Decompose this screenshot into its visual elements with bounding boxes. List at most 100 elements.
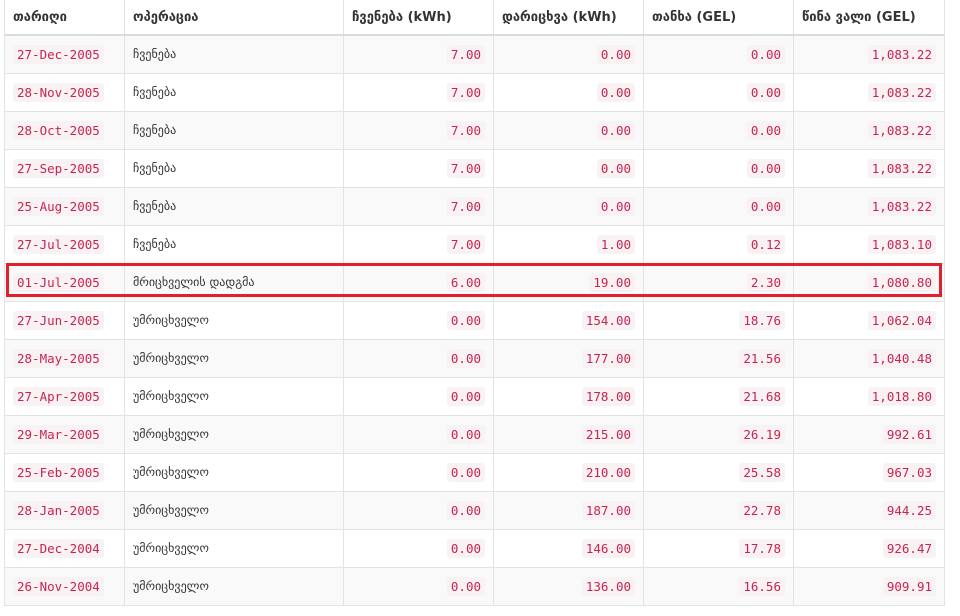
charge-cell: 1.00 (493, 225, 644, 264)
operation-cell: უმრიცხველო (124, 529, 344, 568)
table-row[interactable]: 26-Nov-2004 უმრიცხველო 0.00 136.00 16.56 909.… (4, 567, 945, 606)
table-row[interactable]: 01-Jul-2005 მრიცხველის დადგმა 6.00 19.00 2.3… (4, 263, 945, 302)
table-row[interactable]: 28-May-2005 უმრიცხველო 0.00 177.00 21.56 1,04… (4, 339, 945, 378)
previous-debt-cell: 1,040.48 (793, 339, 945, 378)
reading-cell-value: 7.00 (446, 196, 485, 216)
reading-cell: 0.00 (343, 529, 494, 568)
previous-debt-cell-value: 1,083.22 (867, 44, 936, 64)
operation-cell: უმრიცხველო (124, 301, 344, 340)
reading-cell-value: 7.00 (446, 120, 485, 140)
charge-cell-value: 0.00 (596, 196, 635, 216)
reading-cell-value: 0.00 (446, 386, 485, 406)
reading-cell-value: 7.00 (446, 82, 485, 102)
previous-debt-cell-value: 1,083.22 (867, 120, 936, 140)
operation-cell-value: ჩვენება (133, 161, 177, 175)
charge-cell-value: 1.00 (596, 234, 635, 254)
table-row[interactable]: 25-Aug-2005 ჩვენება 7.00 0.00 0.00 1,083.22 (4, 187, 945, 226)
column-header-operation[interactable]: ოპერაცია (124, 0, 344, 36)
amount-cell-value: 0.00 (746, 120, 785, 140)
operation-cell-value: უმრიცხველო (133, 465, 209, 479)
billing-history-table-container: თარიღი ოპერაცია ჩვენება (kWh) დარიცხვა (… (4, 0, 945, 606)
charge-cell-value: 187.00 (581, 500, 635, 520)
date-cell-value: 29-Mar-2005 (13, 424, 104, 444)
reading-cell: 7.00 (343, 187, 494, 226)
operation-cell-value: ჩვენება (133, 85, 177, 99)
amount-cell-value: 22.78 (739, 500, 785, 520)
previous-debt-cell-value: 1,083.10 (867, 234, 936, 254)
amount-cell: 21.56 (643, 339, 794, 378)
previous-debt-cell-value: 1,040.48 (867, 348, 936, 368)
date-cell-value: 27-Dec-2004 (13, 538, 104, 558)
date-cell-value: 26-Nov-2004 (13, 576, 104, 596)
table-row[interactable]: 29-Mar-2005 უმრიცხველო 0.00 215.00 26.19 992.… (4, 415, 945, 454)
charge-cell: 210.00 (493, 453, 644, 492)
column-header-amount[interactable]: თანხა (GEL) (643, 0, 794, 36)
table-row[interactable]: 27-Jul-2005 ჩვენება 7.00 1.00 0.12 1,083.10 (4, 225, 945, 264)
amount-cell-value: 2.30 (746, 272, 785, 292)
table-row[interactable]: 27-Apr-2005 უმრიცხველო 0.00 178.00 21.68 1,01… (4, 377, 945, 416)
amount-cell-value: 21.68 (739, 386, 785, 406)
reading-cell-value: 0.00 (446, 538, 485, 558)
reading-cell: 7.00 (343, 111, 494, 150)
previous-debt-cell-value: 992.61 (882, 424, 936, 444)
charge-cell: 0.00 (493, 187, 644, 226)
date-cell: 01-Jul-2005 (4, 263, 125, 302)
date-cell: 27-Jul-2005 (4, 225, 125, 264)
reading-cell: 7.00 (343, 73, 494, 112)
previous-debt-cell: 1,083.22 (793, 34, 945, 74)
previous-debt-cell-value: 967.03 (882, 462, 936, 482)
charge-cell: 154.00 (493, 301, 644, 340)
previous-debt-cell-value: 1,080.80 (867, 272, 936, 292)
table-row[interactable]: 27-Sep-2005 ჩვენება 7.00 0.00 0.00 1,083.22 (4, 149, 945, 188)
operation-cell-value: უმრიცხველო (133, 503, 209, 517)
date-cell-value: 28-May-2005 (13, 348, 104, 368)
operation-cell: უმრიცხველო (124, 377, 344, 416)
previous-debt-cell: 909.91 (793, 567, 945, 606)
operation-cell-value: უმრიცხველო (133, 313, 209, 327)
previous-debt-cell: 1,083.22 (793, 187, 945, 226)
date-cell: 27-Dec-2005 (4, 34, 125, 74)
amount-cell: 0.00 (643, 73, 794, 112)
previous-debt-cell-value: 926.47 (882, 538, 936, 558)
charge-cell: 19.00 (493, 263, 644, 302)
column-header-charge[interactable]: დარიცხვა (kWh) (493, 0, 644, 36)
date-cell-value: 27-Sep-2005 (13, 158, 104, 178)
charge-cell-value: 136.00 (581, 576, 635, 596)
operation-cell-value: უმრიცხველო (133, 389, 209, 403)
amount-cell-value: 25.58 (739, 462, 785, 482)
previous-debt-cell-value: 1,083.22 (867, 82, 936, 102)
operation-cell: ჩვენება (124, 73, 344, 112)
charge-cell-value: 177.00 (581, 348, 635, 368)
date-cell: 26-Nov-2004 (4, 567, 125, 606)
previous-debt-cell: 992.61 (793, 415, 945, 454)
column-header-reading[interactable]: ჩვენება (kWh) (343, 0, 494, 36)
charge-cell: 177.00 (493, 339, 644, 378)
amount-cell-value: 21.56 (739, 348, 785, 368)
reading-cell: 7.00 (343, 34, 494, 74)
charge-cell-value: 19.00 (589, 272, 635, 292)
table-row[interactable]: 28-Nov-2005 ჩვენება 7.00 0.00 0.00 1,083.22 (4, 73, 945, 112)
charge-cell-value: 146.00 (581, 538, 635, 558)
amount-cell: 21.68 (643, 377, 794, 416)
table-row[interactable]: 25-Feb-2005 უმრიცხველო 0.00 210.00 25.58 967.… (4, 453, 945, 492)
date-cell: 28-Oct-2005 (4, 111, 125, 150)
table-row[interactable]: 27-Jun-2005 უმრიცხველო 0.00 154.00 18.76 1,06… (4, 301, 945, 340)
column-header-previous-debt[interactable]: წინა ვალი (GEL) (793, 0, 945, 36)
table-row[interactable]: 27-Dec-2004 უმრიცხველო 0.00 146.00 17.78 926.… (4, 529, 945, 568)
date-cell-value: 27-Apr-2005 (13, 386, 104, 406)
reading-cell: 7.00 (343, 225, 494, 264)
amount-cell: 17.78 (643, 529, 794, 568)
reading-cell: 0.00 (343, 301, 494, 340)
charge-cell: 0.00 (493, 149, 644, 188)
previous-debt-cell-value: 1,083.22 (867, 196, 936, 216)
table-row[interactable]: 27-Dec-2005 ჩვენება 7.00 0.00 0.00 1,083.22 (4, 34, 945, 74)
operation-cell: ჩვენება (124, 149, 344, 188)
column-header-date[interactable]: თარიღი (4, 0, 125, 36)
reading-cell-value: 6.00 (446, 272, 485, 292)
operation-cell: უმრიცხველო (124, 453, 344, 492)
previous-debt-cell: 1,083.22 (793, 149, 945, 188)
date-cell: 27-Sep-2005 (4, 149, 125, 188)
table-row[interactable]: 28-Jan-2005 უმრიცხველო 0.00 187.00 22.78 944.… (4, 491, 945, 530)
charge-cell: 187.00 (493, 491, 644, 530)
table-row[interactable]: 28-Oct-2005 ჩვენება 7.00 0.00 0.00 1,083.22 (4, 111, 945, 150)
